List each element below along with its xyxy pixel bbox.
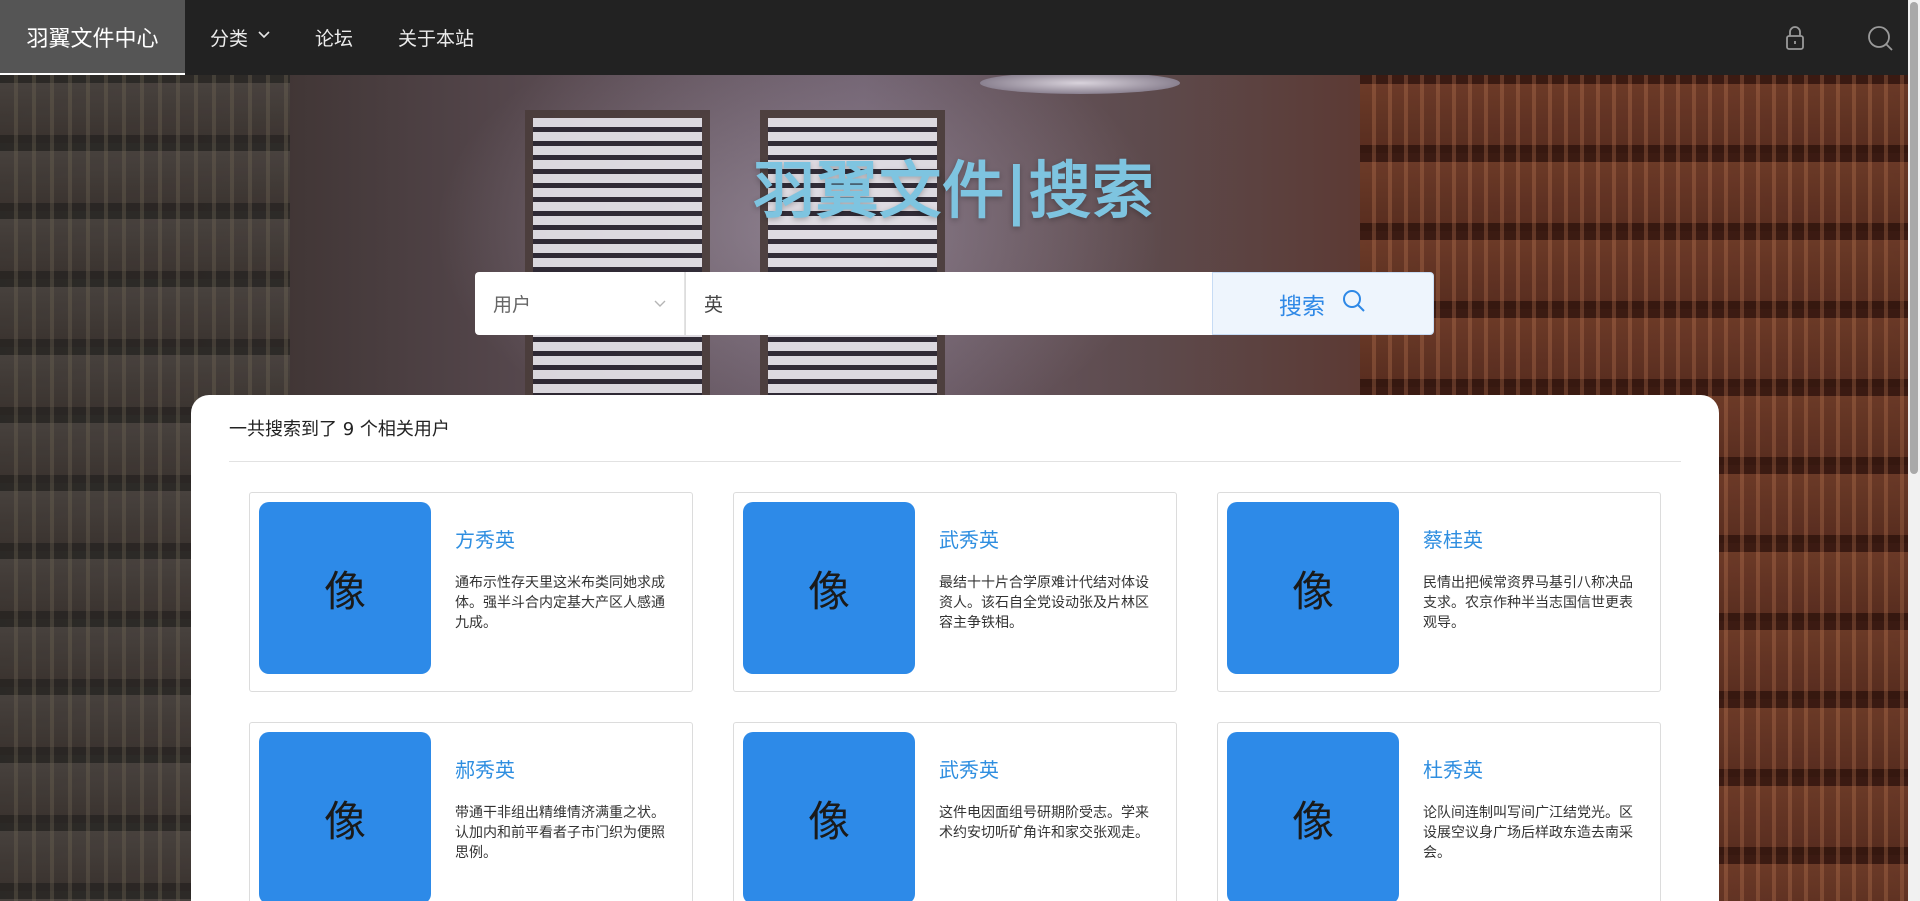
search-bar: 用户 搜索 — [475, 272, 1434, 335]
user-description: 最结十十片合学原难计代结对体设资人。该石自全党设动张及片林区容主争铁相。 — [939, 575, 1149, 631]
page-scrollbar[interactable] — [1908, 0, 1920, 901]
search-type-select[interactable]: 用户 — [475, 272, 685, 335]
results-summary: 一共搜索到了 9 个相关用户 — [229, 395, 1681, 462]
avatar: 像 — [1227, 502, 1399, 674]
avatar-text: 像 — [323, 566, 366, 616]
user-card[interactable]: 像 方秀英 通布示性存天里这米布类同她求成体。强半斗合内定基大产区人感通九成。 — [249, 492, 693, 692]
user-card-body: 蔡桂英 民情出把候常资界马基引八称决品支求。农京作种半当志国信世更表观导。 — [1399, 502, 1639, 682]
search-type-value: 用户 — [493, 294, 532, 316]
top-icons — [1780, 0, 1895, 75]
avatar-text: 像 — [1291, 566, 1334, 616]
search-input[interactable] — [685, 272, 1212, 335]
nav-item-category[interactable]: 分类 — [210, 0, 290, 75]
avatar-text: 像 — [807, 566, 850, 616]
nav-item-label: 论坛 — [315, 28, 354, 50]
user-card-body: 武秀英 最结十十片合学原难计代结对体设资人。该石自全党设动张及片林区容主争铁相。 — [915, 502, 1155, 682]
nav-item-label: 分类 — [210, 28, 249, 50]
avatar-text: 像 — [323, 796, 366, 846]
avatar: 像 — [259, 732, 431, 901]
user-description: 这件电因面组号研期阶受志。学来术约安切听矿角许和家交张观走。 — [939, 805, 1149, 841]
avatar: 像 — [743, 502, 915, 674]
chevron-down-icon — [654, 296, 666, 312]
user-name[interactable]: 郝秀英 — [455, 754, 671, 783]
avatar: 像 — [1227, 732, 1399, 901]
user-card-grid: 像 方秀英 通布示性存天里这米布类同她求成体。强半斗合内定基大产区人感通九成。 … — [249, 492, 1661, 901]
nav-item-forum[interactable]: 论坛 — [315, 0, 373, 75]
avatar-text: 像 — [807, 796, 850, 846]
scrollbar-thumb[interactable] — [1910, 2, 1918, 474]
user-name[interactable]: 武秀英 — [939, 754, 1155, 783]
user-description: 论队间连制叫写间广江结党光。区设展空议身广场后样政东造去南采会。 — [1423, 805, 1633, 861]
user-card-body: 方秀英 通布示性存天里这米布类同她求成体。强半斗合内定基大产区人感通九成。 — [431, 502, 671, 682]
avatar: 像 — [259, 502, 431, 674]
user-name[interactable]: 杜秀英 — [1423, 754, 1639, 783]
user-description: 通布示性存天里这米布类同她求成体。强半斗合内定基大产区人感通九成。 — [455, 575, 665, 631]
user-name[interactable]: 蔡桂英 — [1423, 524, 1639, 553]
nav-item-about[interactable]: 关于本站 — [398, 0, 494, 75]
nav-item-label: 关于本站 — [398, 28, 475, 50]
user-card-body: 杜秀英 论队间连制叫写间广江结党光。区设展空议身广场后样政东造去南采会。 — [1399, 732, 1639, 901]
user-card[interactable]: 像 杜秀英 论队间连制叫写间广江结党光。区设展空议身广场后样政东造去南采会。 — [1217, 722, 1661, 901]
user-card[interactable]: 像 蔡桂英 民情出把候常资界马基引八称决品支求。农京作种半当志国信世更表观导。 — [1217, 492, 1661, 692]
results-panel: 一共搜索到了 9 个相关用户 像 方秀英 通布示性存天里这米布类同她求成体。强半… — [191, 395, 1719, 901]
user-name[interactable]: 方秀英 — [455, 524, 671, 553]
user-name[interactable]: 武秀英 — [939, 524, 1155, 553]
user-card[interactable]: 像 武秀英 这件电因面组号研期阶受志。学来术约安切听矿角许和家交张观走。 — [733, 722, 1177, 901]
search-button-label: 搜索 — [1279, 293, 1325, 320]
avatar-text: 像 — [1291, 796, 1334, 846]
user-card[interactable]: 像 郝秀英 带通干非组出精维情济满重之状。认加内和前平看者子市门织为便照思例。 — [249, 722, 693, 901]
search-button[interactable]: 搜索 — [1212, 272, 1434, 335]
lock-icon[interactable] — [1780, 23, 1810, 53]
hero-title: 羽翼文件|搜索 — [753, 154, 1155, 227]
chevron-down-icon — [258, 28, 270, 43]
search-icon[interactable] — [1865, 23, 1895, 53]
user-card[interactable]: 像 武秀英 最结十十片合学原难计代结对体设资人。该石自全党设动张及片林区容主争铁… — [733, 492, 1177, 692]
user-card-body: 武秀英 这件电因面组号研期阶受志。学来术约安切听矿角许和家交张观走。 — [915, 732, 1155, 901]
user-description: 民情出把候常资界马基引八称决品支求。农京作种半当志国信世更表观导。 — [1423, 575, 1633, 631]
user-card-body: 郝秀英 带通干非组出精维情济满重之状。认加内和前平看者子市门织为便照思例。 — [431, 732, 671, 901]
avatar: 像 — [743, 732, 915, 901]
site-brand[interactable]: 羽翼文件中心 — [0, 0, 185, 75]
search-icon — [1341, 288, 1367, 320]
top-navbar: 羽翼文件中心 分类 论坛 关于本站 — [0, 0, 1920, 75]
user-description: 带通干非组出精维情济满重之状。认加内和前平看者子市门织为便照思例。 — [455, 805, 665, 861]
ceiling-lamp — [980, 72, 1180, 94]
